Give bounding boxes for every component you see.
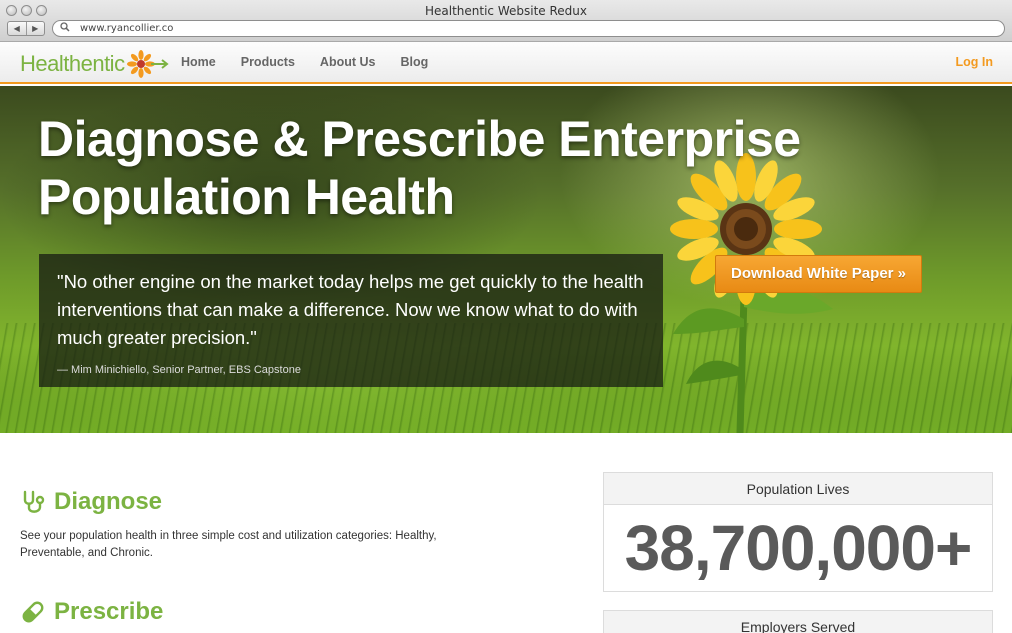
forward-button[interactable]: ▶	[25, 22, 45, 35]
diagnose-description: See your population health in three simp…	[20, 530, 437, 559]
headline-line-2: Population Health	[38, 169, 455, 225]
diagnose-title: Diagnose	[54, 488, 163, 515]
sunflower-logo-icon	[126, 50, 169, 78]
main-nav: Home Products About Us Blog	[181, 55, 428, 69]
diagnose-section: Diagnose See your population health in t…	[20, 488, 500, 562]
url-text: www.ryancollier.co	[80, 23, 174, 34]
hero-banner: Diagnose & Prescribe Enterprise Populati…	[0, 86, 1012, 433]
prescribe-section: Prescribe	[20, 598, 163, 626]
nav-home[interactable]: Home	[181, 55, 216, 69]
population-lives-label: Population Lives	[604, 473, 992, 505]
logo[interactable]: Healthentic	[20, 49, 169, 79]
hero-headline: Diagnose & Prescribe Enterprise Populati…	[38, 110, 938, 226]
back-button[interactable]: ◀	[8, 22, 26, 35]
address-bar[interactable]: www.ryancollier.co	[52, 20, 1005, 37]
window-title: Healthentic Website Redux	[425, 4, 587, 18]
pill-icon	[22, 601, 44, 623]
nav-blog[interactable]: Blog	[400, 55, 428, 69]
download-white-paper-button[interactable]: Download White Paper »	[715, 255, 922, 293]
history-nav: ◀ ▶	[7, 21, 45, 36]
site-header: Healthentic Home Products About Us Blog …	[0, 42, 1012, 84]
testimonial-quote: "No other engine on the market today hel…	[57, 271, 644, 348]
search-icon	[60, 22, 70, 35]
nav-products[interactable]: Products	[241, 55, 295, 69]
login-link[interactable]: Log In	[956, 55, 994, 69]
prescribe-title: Prescribe	[54, 598, 164, 625]
testimonial-box: "No other engine on the market today hel…	[39, 254, 663, 387]
stethoscope-icon	[23, 490, 45, 513]
headline-line-1: Diagnose & Prescribe Enterprise	[38, 111, 801, 167]
population-lives-value: 38,700,000+	[604, 505, 992, 591]
browser-chrome: Healthentic Website Redux ◀ ▶ www.ryanco…	[0, 0, 1012, 42]
testimonial-citation: — Mim Minichiello, Senior Partner, EBS C…	[57, 364, 301, 376]
employers-served-card: Employers Served	[603, 610, 993, 633]
nav-about-us[interactable]: About Us	[320, 55, 376, 69]
logo-text: Healthentic	[20, 51, 125, 76]
employers-served-label: Employers Served	[604, 611, 992, 633]
population-lives-card: Population Lives 38,700,000+	[603, 472, 993, 592]
